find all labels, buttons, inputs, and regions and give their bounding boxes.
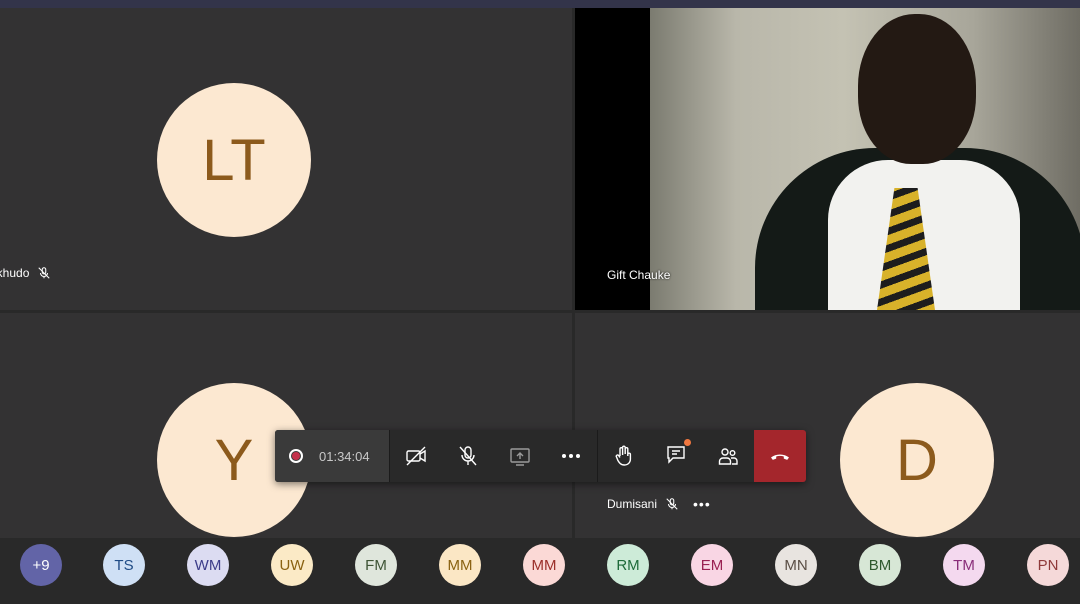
chat-button[interactable] bbox=[650, 430, 702, 482]
participant-tile-d[interactable]: D Dumisani ••• bbox=[575, 313, 1080, 538]
participant-avatar[interactable]: UW bbox=[271, 544, 313, 586]
more-icon bbox=[562, 454, 581, 458]
call-timer: 01:34:04 bbox=[319, 448, 370, 464]
more-options-icon[interactable]: ••• bbox=[693, 496, 711, 512]
participant-avatar[interactable]: EM bbox=[691, 544, 733, 586]
participant-tile-y[interactable]: Y bbox=[0, 313, 572, 538]
participant-name-label: Gift Chauke bbox=[607, 268, 670, 282]
mic-off-icon bbox=[666, 498, 678, 510]
participant-avatar[interactable]: TM bbox=[943, 544, 985, 586]
raise-hand-icon bbox=[616, 445, 632, 466]
avatar: LT bbox=[157, 83, 311, 237]
mic-off-icon bbox=[459, 446, 477, 466]
share-screen-button[interactable] bbox=[494, 430, 546, 482]
chat-icon-wrap bbox=[664, 438, 692, 471]
participant-avatar-strip: +9 TS WM UW FM MM MM RM EM MN BM TM PN bbox=[0, 540, 1080, 604]
video-feed bbox=[650, 8, 1080, 310]
more-actions-button[interactable] bbox=[546, 430, 598, 482]
raise-hand-button[interactable] bbox=[598, 430, 650, 482]
hang-up-icon bbox=[771, 454, 790, 460]
camera-off-icon bbox=[406, 446, 426, 466]
participant-avatar[interactable]: WM bbox=[187, 544, 229, 586]
participant-name-label: Dumisani ••• bbox=[607, 496, 711, 512]
share-screen-icon bbox=[509, 448, 530, 466]
recording-section: 01:34:04 bbox=[275, 430, 389, 482]
more-participants-badge[interactable]: +9 bbox=[20, 544, 62, 586]
video-person-head bbox=[858, 14, 976, 164]
mic-off-icon bbox=[38, 267, 50, 279]
call-control-bar: 01:34:04 bbox=[275, 430, 807, 482]
hang-up-button[interactable] bbox=[754, 430, 807, 482]
participant-name: ikhudo bbox=[0, 266, 30, 280]
participant-avatar[interactable]: RM bbox=[607, 544, 649, 586]
participant-name-label: ikhudo bbox=[0, 266, 51, 280]
participant-avatar[interactable]: TS bbox=[103, 544, 145, 586]
participant-avatar[interactable]: MM bbox=[523, 544, 565, 586]
camera-toggle-button[interactable] bbox=[390, 430, 442, 482]
participants-button[interactable] bbox=[702, 430, 754, 482]
participant-avatar[interactable]: FM bbox=[355, 544, 397, 586]
participant-tile-video[interactable]: Gift Chauke bbox=[575, 8, 1080, 310]
participant-avatar[interactable]: BM bbox=[859, 544, 901, 586]
participant-name: Gift Chauke bbox=[607, 268, 671, 282]
participant-avatar[interactable]: MN bbox=[775, 544, 817, 586]
participants-icon bbox=[719, 448, 738, 465]
participant-tile-lt[interactable]: LT ikhudo bbox=[0, 8, 572, 310]
notification-dot bbox=[684, 438, 692, 446]
mic-toggle-button[interactable] bbox=[442, 430, 494, 482]
participant-avatar[interactable]: MM bbox=[439, 544, 481, 586]
avatar: D bbox=[840, 383, 994, 537]
participant-name: Dumisani bbox=[607, 497, 658, 511]
participant-avatar[interactable]: PN bbox=[1027, 544, 1069, 586]
recording-icon bbox=[289, 449, 303, 463]
top-bar bbox=[0, 0, 1080, 8]
